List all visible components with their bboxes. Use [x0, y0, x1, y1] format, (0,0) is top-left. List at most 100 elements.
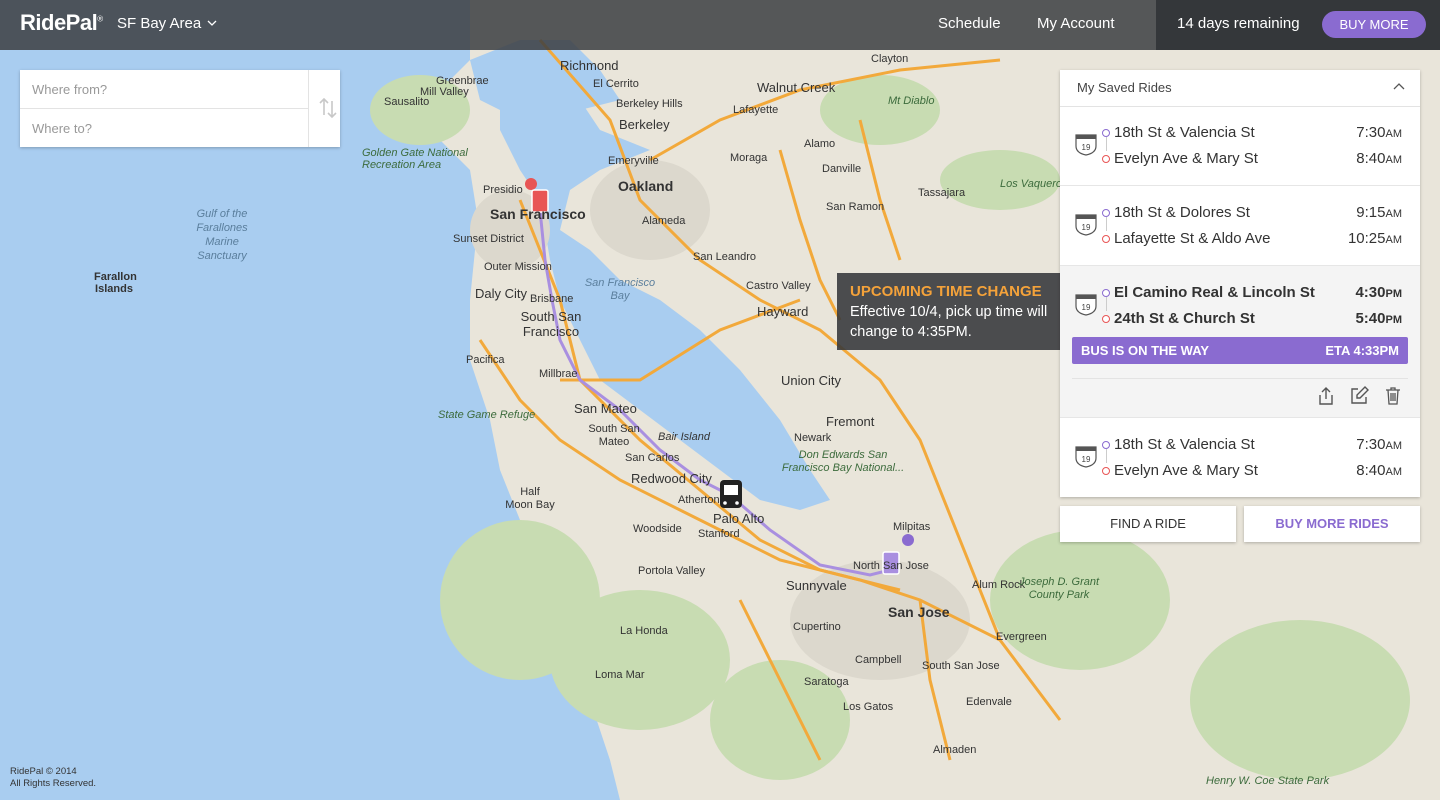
- edit-icon[interactable]: [1349, 386, 1369, 406]
- map-park: [550, 590, 730, 730]
- stop-connector: [1105, 137, 1107, 151]
- map-label: Lafayette: [733, 104, 779, 116]
- map-label: Newark: [794, 432, 832, 444]
- tooltip-body: Effective 10/4, pick up time will change…: [850, 304, 1048, 340]
- map-label: San Mateo: [574, 401, 637, 416]
- map-label: Palo Alto: [713, 511, 765, 526]
- ride-from: 18th St & Valencia St: [1102, 124, 1255, 151]
- map-bus-icon: [720, 480, 742, 508]
- map-label: San Francisco: [490, 206, 586, 222]
- region-label: SF Bay Area: [117, 15, 202, 32]
- swap-icon[interactable]: [316, 96, 340, 120]
- map-label: Edenvale: [966, 696, 1012, 708]
- ride-from: 18th St & Dolores St: [1102, 204, 1250, 231]
- map-label: Sunnyvale: [786, 578, 847, 593]
- map-label: Union City: [781, 373, 841, 388]
- ride-depart-time: 7:30AM: [1356, 436, 1402, 453]
- map-label: El Cerrito: [593, 78, 639, 90]
- ride-to: 24th St & Church St: [1102, 310, 1255, 327]
- map-label: Hayward: [757, 304, 809, 319]
- buy-more-button[interactable]: BUY MORE: [1322, 11, 1426, 38]
- ride-to: Evelyn Ave & Mary St: [1102, 150, 1258, 167]
- bus-status-bar: BUS IS ON THE WAY ETA 4:33PM: [1072, 337, 1408, 364]
- days-remaining: 14 days remaining: [1177, 15, 1300, 32]
- map-label: Fremont: [826, 414, 875, 429]
- trash-icon[interactable]: [1383, 386, 1403, 406]
- ridepal-logo[interactable]: RidePal®: [20, 10, 103, 36]
- nav-schedule[interactable]: Schedule: [938, 15, 1001, 32]
- map-label: South San Jose: [922, 660, 1000, 672]
- destination-dot-icon: [1102, 315, 1110, 323]
- saved-rides-title: My Saved Rides: [1077, 80, 1172, 95]
- bus-eta: ETA 4:33PM: [1325, 343, 1399, 358]
- region-selector[interactable]: SF Bay Area: [117, 15, 217, 32]
- stop-connector: [1105, 297, 1107, 311]
- map-park: [1190, 620, 1410, 780]
- ride-arrive-time: 5:40PM: [1355, 310, 1402, 327]
- map-label: San Carlos: [625, 452, 680, 464]
- svg-text:19: 19: [1082, 223, 1091, 232]
- map-label: Redwood City: [631, 471, 712, 486]
- route-search-box: [20, 70, 340, 147]
- map-label: Joseph D. Grant County Park: [1018, 576, 1100, 601]
- map-label: Atherton: [678, 494, 720, 506]
- share-icon[interactable]: [1316, 386, 1336, 406]
- map-label: Brisbane: [530, 293, 574, 305]
- buy-more-rides-button[interactable]: BUY MORE RIDES: [1244, 506, 1420, 542]
- route-badge-icon: 19: [1075, 446, 1097, 468]
- map-label: Berkeley Hills: [616, 98, 683, 110]
- find-a-ride-button[interactable]: FIND A RIDE: [1060, 506, 1236, 542]
- map-label: Bair Island: [658, 431, 710, 443]
- nav-my-account[interactable]: My Account: [1037, 15, 1115, 32]
- map-label: Sausalito: [384, 96, 430, 108]
- map-label: Campbell: [855, 654, 902, 666]
- map-label: South San Francisco: [520, 309, 582, 339]
- copyright-line: RidePal © 2014: [10, 766, 77, 777]
- stop-connector: [1105, 449, 1107, 463]
- map-label: Walnut Creek: [757, 80, 836, 95]
- map-label: Evergreen: [996, 631, 1047, 643]
- route-badge-icon: 19: [1075, 294, 1097, 316]
- map-dest-pin: [902, 534, 914, 546]
- saved-ride-item-active[interactable]: 19 El Camino Real & Lincoln St 24th St &…: [1060, 266, 1420, 418]
- map-label: Milpitas: [893, 521, 931, 533]
- map-label: Mt Diablo: [888, 95, 935, 107]
- map-label: North San Jose: [853, 560, 929, 572]
- rights-line: All Rights Reserved.: [10, 778, 97, 789]
- map-label: Cupertino: [793, 621, 841, 633]
- map-label: Alamo: [804, 138, 836, 150]
- map-label: Alameda: [642, 215, 686, 227]
- map-label: Saratoga: [804, 676, 849, 688]
- saved-rides-header: My Saved Rides: [1060, 70, 1420, 107]
- origin-dot-icon: [1102, 209, 1110, 217]
- route-badge-icon: 19: [1075, 134, 1097, 156]
- ride-to: Evelyn Ave & Mary St: [1102, 462, 1258, 479]
- stop-connector: [1105, 217, 1107, 231]
- svg-text:19: 19: [1082, 303, 1091, 312]
- map-label: Oakland: [618, 178, 674, 194]
- map-label: Almaden: [933, 744, 977, 756]
- map-label: Clayton: [871, 53, 909, 65]
- map-label: State Game Refuge: [438, 409, 536, 421]
- search-vertical-divider: [308, 70, 309, 147]
- chevron-up-icon[interactable]: [1392, 80, 1406, 94]
- origin-dot-icon: [1102, 129, 1110, 137]
- saved-ride-item[interactable]: 19 18th St & Valencia St Evelyn Ave & Ma…: [1060, 418, 1420, 497]
- map-label: Daly City: [475, 286, 528, 301]
- saved-rides-panel: My Saved Rides 19 18th St & Valencia St …: [1060, 70, 1420, 497]
- ride-arrive-time: 8:40AM: [1356, 462, 1402, 479]
- saved-ride-item[interactable]: 19 18th St & Dolores St Lafayette St & A…: [1060, 186, 1420, 266]
- map-label: Tassajara: [918, 187, 966, 199]
- where-to-input[interactable]: [20, 109, 308, 147]
- ride-arrive-time: 10:25AM: [1347, 230, 1402, 247]
- saved-ride-item[interactable]: 19 18th St & Valencia St Evelyn Ave & Ma…: [1060, 106, 1420, 186]
- map-label: Golden Gate National Recreation Area: [362, 147, 468, 171]
- ride-depart-time: 4:30PM: [1355, 284, 1402, 301]
- map-label: Don Edwards San Francisco Bay National..…: [781, 449, 905, 474]
- map-label: Stanford: [698, 528, 740, 540]
- top-navigation-bar: RidePal® SF Bay Area Schedule My Account…: [0, 0, 1440, 50]
- where-from-input[interactable]: [20, 70, 308, 108]
- map-label: Richmond: [560, 58, 619, 73]
- ride-depart-time: 9:15AM: [1356, 204, 1402, 221]
- destination-dot-icon: [1102, 467, 1110, 475]
